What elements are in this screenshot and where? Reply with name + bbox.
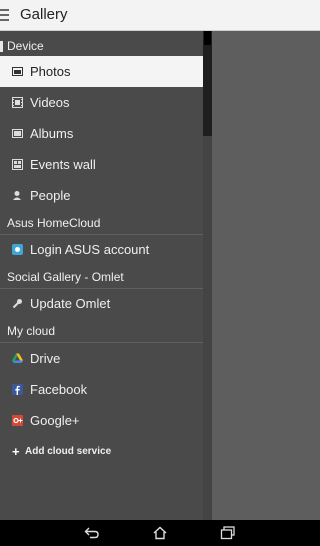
add-cloud-service-button[interactable]: + Add cloud service: [0, 436, 203, 467]
drawer-item-albums[interactable]: Albums: [0, 118, 203, 149]
drawer-item-label: People: [30, 188, 71, 203]
navigation-drawer: Device Photos Videos Albums Events wall: [0, 31, 203, 520]
drawer-scrollbar-thumb[interactable]: [203, 31, 212, 136]
drawer-item-videos[interactable]: Videos: [0, 87, 203, 118]
section-header-device: Device: [0, 36, 203, 58]
wrench-icon: [12, 299, 22, 309]
drawer-item-label: Login ASUS account: [30, 242, 150, 257]
drawer-item-label: Videos: [30, 95, 70, 110]
section-header-omlet: Social Gallery - Omlet: [0, 267, 203, 289]
drawer-item-label: Update Omlet: [30, 296, 111, 311]
drawer-item-label: Photos: [30, 64, 71, 79]
menu-icon[interactable]: [0, 9, 10, 21]
drawer-item-label: Google+: [30, 413, 80, 428]
facebook-icon: [12, 384, 23, 395]
drawer-item-google-plus[interactable]: Google+: [0, 405, 203, 436]
photos-icon: [12, 67, 23, 76]
album-icon: [12, 129, 23, 138]
google-plus-icon: [12, 415, 23, 426]
drawer-item-drive[interactable]: Drive: [0, 343, 203, 374]
drawer-item-people[interactable]: People: [0, 180, 203, 211]
app-bar: Gallery: [0, 0, 320, 31]
system-nav-bar: [0, 520, 320, 546]
drawer-item-login-asus[interactable]: Login ASUS account: [0, 234, 203, 265]
drawer-item-label: Events wall: [30, 157, 96, 172]
back-icon[interactable]: [84, 526, 100, 540]
homecloud-icon: [12, 244, 23, 255]
drawer-item-label: Albums: [30, 126, 74, 141]
drawer-item-label: Facebook: [30, 382, 88, 397]
drawer-item-facebook[interactable]: Facebook: [0, 374, 203, 405]
film-icon: [12, 97, 23, 108]
drawer-item-events-wall[interactable]: Events wall: [0, 149, 203, 180]
home-icon[interactable]: [152, 526, 168, 540]
plus-icon: +: [12, 444, 20, 459]
drive-icon: [12, 353, 23, 363]
section-header-mycloud: My cloud: [0, 321, 203, 343]
events-wall-icon: [12, 159, 23, 170]
drawer-item-label: Drive: [30, 351, 61, 366]
section-marker: [0, 41, 3, 52]
add-cloud-service-label: Add cloud service: [25, 446, 112, 457]
drawer-scrollbar-knob[interactable]: [204, 31, 211, 45]
drawer-item-update-omlet[interactable]: Update Omlet: [0, 288, 203, 319]
section-header-homecloud: Asus HomeCloud: [0, 213, 203, 235]
app-title: Gallery: [20, 6, 68, 23]
recent-apps-icon[interactable]: [220, 526, 236, 540]
drawer-item-photos[interactable]: Photos: [0, 56, 203, 87]
person-icon: [13, 191, 21, 200]
